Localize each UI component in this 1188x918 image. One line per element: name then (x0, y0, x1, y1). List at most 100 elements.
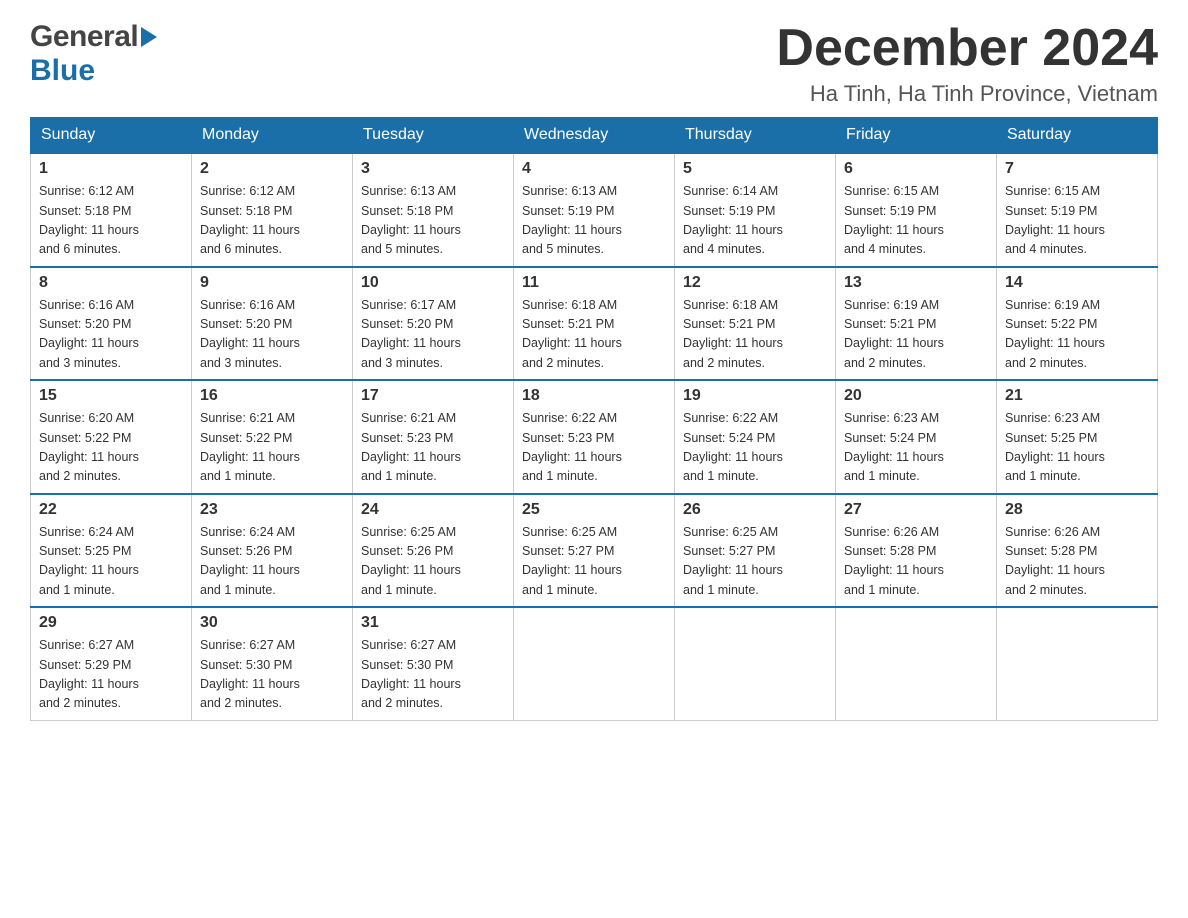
location-text: Ha Tinh, Ha Tinh Province, Vietnam (776, 81, 1158, 107)
month-title: December 2024 (776, 20, 1158, 77)
day-info: Sunrise: 6:25 AMSunset: 5:27 PMDaylight:… (522, 523, 666, 601)
calendar-cell: 26Sunrise: 6:25 AMSunset: 5:27 PMDayligh… (675, 494, 836, 608)
title-section: December 2024 Ha Tinh, Ha Tinh Province,… (776, 20, 1158, 107)
day-info: Sunrise: 6:15 AMSunset: 5:19 PMDaylight:… (844, 182, 988, 260)
calendar-table: SundayMondayTuesdayWednesdayThursdayFrid… (30, 117, 1158, 721)
day-number: 4 (522, 160, 666, 178)
day-info: Sunrise: 6:18 AMSunset: 5:21 PMDaylight:… (683, 296, 827, 374)
calendar-cell: 15 Sunrise: 6:20 AMSunset: 5:22 PMDayligh… (31, 380, 192, 494)
day-number: 25 (522, 501, 666, 519)
day-number: 2 (200, 160, 344, 178)
day-info: Sunrise: 6:17 AMSunset: 5:20 PMDaylight:… (361, 296, 505, 374)
calendar-cell: 13 Sunrise: 6:19 AMSunset: 5:21 PMDayligh… (836, 267, 997, 381)
calendar-cell (836, 607, 997, 720)
calendar-cell: 9 Sunrise: 6:16 AMSunset: 5:20 PMDaylight… (192, 267, 353, 381)
calendar-day-header: Thursday (675, 118, 836, 154)
calendar-cell: 30Sunrise: 6:27 AMSunset: 5:30 PMDayligh… (192, 607, 353, 720)
day-info: Sunrise: 6:24 AMSunset: 5:25 PMDaylight:… (39, 523, 183, 601)
calendar-cell: 6 Sunrise: 6:15 AMSunset: 5:19 PMDaylight… (836, 153, 997, 267)
day-info: Sunrise: 6:21 AMSunset: 5:22 PMDaylight:… (200, 409, 344, 487)
day-info: Sunrise: 6:19 AMSunset: 5:21 PMDaylight:… (844, 296, 988, 374)
day-info: Sunrise: 6:25 AMSunset: 5:26 PMDaylight:… (361, 523, 505, 601)
calendar-cell: 1Sunrise: 6:12 AMSunset: 5:18 PMDaylight… (31, 153, 192, 267)
calendar-cell (997, 607, 1158, 720)
day-info: Sunrise: 6:13 AMSunset: 5:18 PMDaylight:… (361, 182, 505, 260)
day-info: Sunrise: 6:23 AMSunset: 5:25 PMDaylight:… (1005, 409, 1149, 487)
calendar-cell: 2 Sunrise: 6:12 AMSunset: 5:18 PMDaylight… (192, 153, 353, 267)
logo-arrow-icon (141, 27, 157, 47)
day-number: 17 (361, 387, 505, 405)
calendar-cell: 21 Sunrise: 6:23 AMSunset: 5:25 PMDayligh… (997, 380, 1158, 494)
day-info: Sunrise: 6:27 AMSunset: 5:30 PMDaylight:… (361, 636, 505, 714)
day-info: Sunrise: 6:16 AMSunset: 5:20 PMDaylight:… (39, 296, 183, 374)
day-number: 3 (361, 160, 505, 178)
day-info: Sunrise: 6:22 AMSunset: 5:23 PMDaylight:… (522, 409, 666, 487)
calendar-cell: 22 Sunrise: 6:24 AMSunset: 5:25 PMDayligh… (31, 494, 192, 608)
calendar-day-header: Tuesday (353, 118, 514, 154)
day-number: 15 (39, 387, 183, 405)
calendar-cell: 18 Sunrise: 6:22 AMSunset: 5:23 PMDayligh… (514, 380, 675, 494)
calendar-day-header: Friday (836, 118, 997, 154)
day-info: Sunrise: 6:13 AMSunset: 5:19 PMDaylight:… (522, 182, 666, 260)
day-info: Sunrise: 6:15 AMSunset: 5:19 PMDaylight:… (1005, 182, 1149, 260)
day-info: Sunrise: 6:22 AMSunset: 5:24 PMDaylight:… (683, 409, 827, 487)
calendar-day-header: Wednesday (514, 118, 675, 154)
calendar-cell: 16 Sunrise: 6:21 AMSunset: 5:22 PMDayligh… (192, 380, 353, 494)
day-number: 18 (522, 387, 666, 405)
logo-blue-text: Blue (30, 54, 157, 88)
day-number: 22 (39, 501, 183, 519)
calendar-cell: 20 Sunrise: 6:23 AMSunset: 5:24 PMDayligh… (836, 380, 997, 494)
calendar-week-row: 8 Sunrise: 6:16 AMSunset: 5:20 PMDaylight… (31, 267, 1158, 381)
day-number: 27 (844, 501, 988, 519)
calendar-cell: 25 Sunrise: 6:25 AMSunset: 5:27 PMDayligh… (514, 494, 675, 608)
calendar-body: 1 Sunrise: 6:12 AMSunset: 5:18 PMDaylight… (31, 153, 1158, 720)
calendar-cell: 8 Sunrise: 6:16 AMSunset: 5:20 PMDaylight… (31, 267, 192, 381)
calendar-cell: 17 Sunrise: 6:21 AMSunset: 5:23 PMDayligh… (353, 380, 514, 494)
calendar-week-row: 22 Sunrise: 6:24 AMSunset: 5:25 PMDayligh… (31, 494, 1158, 608)
day-info: Sunrise: 6:26 AMSunset: 5:28 PMDaylight:… (844, 523, 988, 601)
day-info: Sunrise: 6:14 AMSunset: 5:19 PMDaylight:… (683, 182, 827, 260)
day-number: 16 (200, 387, 344, 405)
calendar-cell: 27 Sunrise: 6:26 AMSunset: 5:28 PMDayligh… (836, 494, 997, 608)
day-number: 13 (844, 274, 988, 292)
day-number: 1 (39, 160, 183, 178)
day-number: 28 (1005, 501, 1149, 519)
calendar-cell: 7 Sunrise: 6:15 AMSunset: 5:19 PMDaylight… (997, 153, 1158, 267)
day-number: 20 (844, 387, 988, 405)
day-info: Sunrise: 6:26 AMSunset: 5:28 PMDaylight:… (1005, 523, 1149, 601)
day-info: Sunrise: 6:23 AMSunset: 5:24 PMDaylight:… (844, 409, 988, 487)
day-number: 10 (361, 274, 505, 292)
day-number: 19 (683, 387, 827, 405)
calendar-cell: 23Sunrise: 6:24 AMSunset: 5:26 PMDayligh… (192, 494, 353, 608)
calendar-cell: 4 Sunrise: 6:13 AMSunset: 5:19 PMDaylight… (514, 153, 675, 267)
logo: General Blue (30, 20, 157, 88)
day-info: Sunrise: 6:21 AMSunset: 5:23 PMDaylight:… (361, 409, 505, 487)
calendar-cell: 12Sunrise: 6:18 AMSunset: 5:21 PMDayligh… (675, 267, 836, 381)
calendar-cell: 3 Sunrise: 6:13 AMSunset: 5:18 PMDaylight… (353, 153, 514, 267)
day-number: 11 (522, 274, 666, 292)
calendar-cell: 10 Sunrise: 6:17 AMSunset: 5:20 PMDayligh… (353, 267, 514, 381)
day-info: Sunrise: 6:19 AMSunset: 5:22 PMDaylight:… (1005, 296, 1149, 374)
calendar-week-row: 29Sunrise: 6:27 AMSunset: 5:29 PMDayligh… (31, 607, 1158, 720)
day-number: 6 (844, 160, 988, 178)
calendar-cell (514, 607, 675, 720)
calendar-cell: 29Sunrise: 6:27 AMSunset: 5:29 PMDayligh… (31, 607, 192, 720)
calendar-cell: 14Sunrise: 6:19 AMSunset: 5:22 PMDayligh… (997, 267, 1158, 381)
calendar-day-header: Sunday (31, 118, 192, 154)
day-info: Sunrise: 6:12 AMSunset: 5:18 PMDaylight:… (200, 182, 344, 260)
calendar-cell: 11Sunrise: 6:18 AMSunset: 5:21 PMDayligh… (514, 267, 675, 381)
day-info: Sunrise: 6:20 AMSunset: 5:22 PMDaylight:… (39, 409, 183, 487)
calendar-cell (675, 607, 836, 720)
day-number: 8 (39, 274, 183, 292)
page-header: General Blue December 2024 Ha Tinh, Ha T… (30, 20, 1158, 107)
day-number: 21 (1005, 387, 1149, 405)
day-number: 30 (200, 614, 344, 632)
logo-general-text: General (30, 20, 138, 54)
calendar-cell: 28 Sunrise: 6:26 AMSunset: 5:28 PMDayligh… (997, 494, 1158, 608)
day-number: 7 (1005, 160, 1149, 178)
calendar-week-row: 1 Sunrise: 6:12 AMSunset: 5:18 PMDaylight… (31, 153, 1158, 267)
day-info: Sunrise: 6:16 AMSunset: 5:20 PMDaylight:… (200, 296, 344, 374)
day-number: 9 (200, 274, 344, 292)
day-number: 26 (683, 501, 827, 519)
calendar-header-row: SundayMondayTuesdayWednesdayThursdayFrid… (31, 118, 1158, 154)
